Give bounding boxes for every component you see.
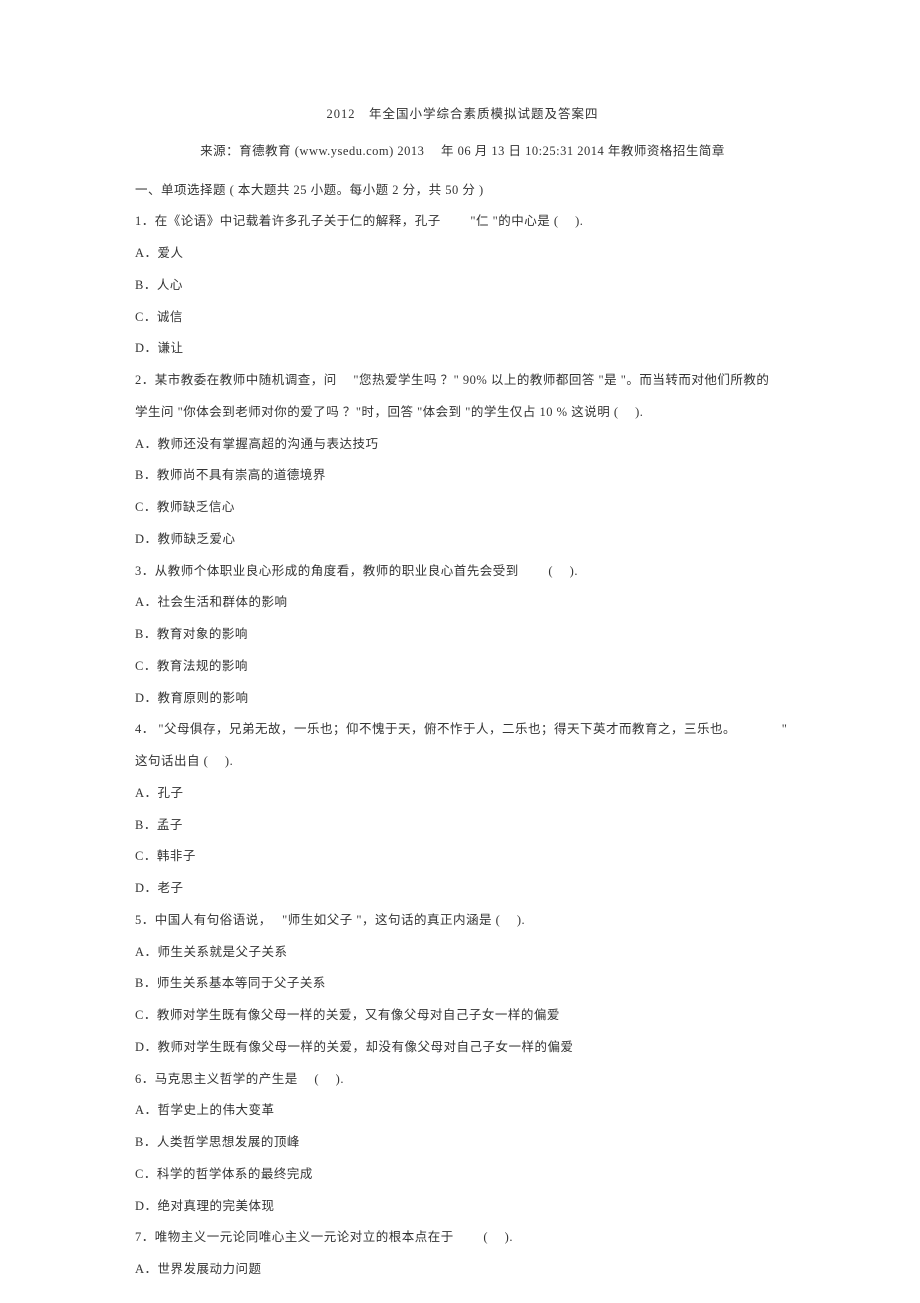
q4-stem-line2: 这句话出自 ( ). xyxy=(135,747,790,776)
q6-option-c: C．科学的哲学体系的最终完成 xyxy=(135,1160,790,1189)
q4-option-a: A．孔子 xyxy=(135,779,790,808)
q1-option-c: C．诚信 xyxy=(135,303,790,332)
document-source: 来源：育德教育 (www.ysedu.com) 2013 年 06 月 13 日… xyxy=(135,137,790,166)
q5-stem: 5．中国人有句俗语说， "师生如父子 "，这句话的真正内涵是 ( ). xyxy=(135,906,790,935)
q2-option-a: A．教师还没有掌握高超的沟通与表达技巧 xyxy=(135,430,790,459)
q6-option-d: D．绝对真理的完美体现 xyxy=(135,1192,790,1221)
q5-option-d: D．教师对学生既有像父母一样的关爱，却没有像父母对自己子女一样的偏爱 xyxy=(135,1033,790,1062)
q3-stem: 3．从教师个体职业良心形成的角度看，教师的职业良心首先会受到 ( ). xyxy=(135,557,790,586)
q3-option-b: B．教育对象的影响 xyxy=(135,620,790,649)
q2-stem-line2: 学生问 "你体会到老师对你的爱了吗 ？"时，回答 "体会到 "的学生仅占 10 … xyxy=(135,398,790,427)
q4-option-d: D．老子 xyxy=(135,874,790,903)
q2-option-d: D．教师缺乏爱心 xyxy=(135,525,790,554)
q3-option-d: D．教育原则的影响 xyxy=(135,684,790,713)
q3-option-a: A．社会生活和群体的影响 xyxy=(135,588,790,617)
q2-option-b: B．教师尚不具有崇高的道德境界 xyxy=(135,461,790,490)
q5-option-b: B．师生关系基本等同于父子关系 xyxy=(135,969,790,998)
q3-option-c: C．教育法规的影响 xyxy=(135,652,790,681)
q1-option-d: D．谦让 xyxy=(135,334,790,363)
q4-stem-line1: 4． "父母俱存，兄弟无故，一乐也；仰不愧于天，俯不怍于人，二乐也；得天下英才而… xyxy=(135,715,790,744)
q1-stem: 1．在《论语》中记载着许多孔子关于仁的解释，孔子 "仁 "的中心是 ( ). xyxy=(135,207,790,236)
q4-option-c: C．韩非子 xyxy=(135,842,790,871)
document-title: 2012 年全国小学综合素质模拟试题及答案四 xyxy=(135,100,790,129)
q6-stem: 6．马克思主义哲学的产生是 ( ). xyxy=(135,1065,790,1094)
q7-option-a: A．世界发展动力问题 xyxy=(135,1255,790,1284)
q4-option-b: B．孟子 xyxy=(135,811,790,840)
q1-option-a: A．爱人 xyxy=(135,239,790,268)
q1-option-b: B．人心 xyxy=(135,271,790,300)
q2-stem-line1: 2．某市教委在教师中随机调查，问 "您热爱学生吗 ？" 90% 以上的教师都回答… xyxy=(135,366,790,395)
q6-option-b: B．人类哲学思想发展的顶峰 xyxy=(135,1128,790,1157)
q5-option-c: C．教师对学生既有像父母一样的关爱，又有像父母对自己子女一样的偏爱 xyxy=(135,1001,790,1030)
q6-option-a: A．哲学史上的伟大变革 xyxy=(135,1096,790,1125)
q2-option-c: C．教师缺乏信心 xyxy=(135,493,790,522)
q7-stem: 7．唯物主义一元论同唯心主义一元论对立的根本点在于 ( ). xyxy=(135,1223,790,1252)
q5-option-a: A．师生关系就是父子关系 xyxy=(135,938,790,967)
section-heading: 一、单项选择题 ( 本大题共 25 小题。每小题 2 分，共 50 分 ) xyxy=(135,176,790,205)
